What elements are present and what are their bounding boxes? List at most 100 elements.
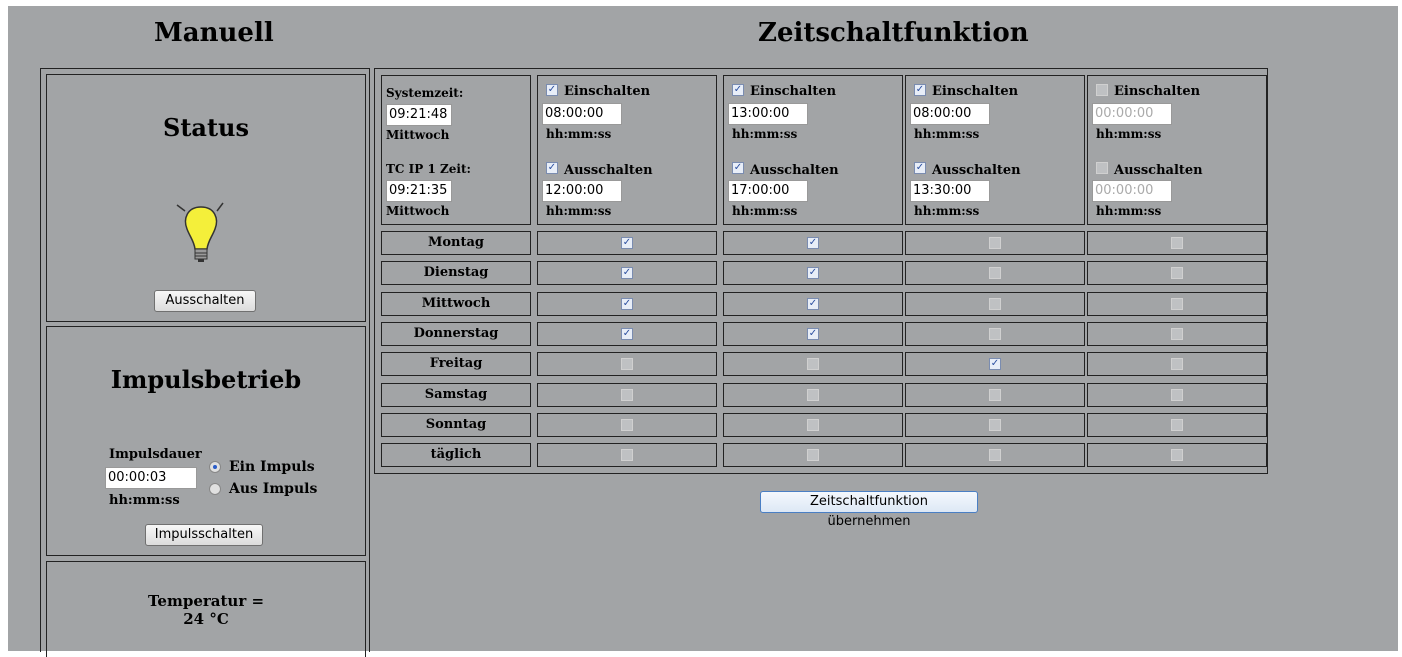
schedule-on-label: Einschalten [932,84,1019,99]
system-time-label: Systemzeit: [386,86,464,100]
day-cell [537,413,717,437]
page-background: Manuell Zeitschaltfunktion Status Aussch… [8,6,1398,657]
day-checkbox[interactable] [989,419,1001,431]
day-checkbox[interactable] [621,449,633,461]
day-cell: ✓ [537,231,717,255]
schedule-on-checkbox[interactable]: ✓ [914,84,926,96]
day-cell [1087,443,1267,467]
day-cell: ✓ [723,261,903,285]
status-off-button[interactable]: Ausschalten [154,290,256,312]
day-checkbox[interactable]: ✓ [621,298,633,310]
day-cell [1087,261,1267,285]
tc-time-input[interactable]: 09:21:35 [386,180,452,202]
day-checkbox[interactable] [621,419,633,431]
day-checkbox[interactable]: ✓ [807,328,819,340]
day-label: Montag [381,231,531,255]
day-checkbox[interactable] [1171,358,1183,370]
schedule-off-checkbox[interactable]: ✓ [732,162,744,174]
day-checkbox[interactable] [989,449,1001,461]
schedule-on-checkbox[interactable]: ✓ [546,84,558,96]
impulse-duration-label: Impulsdauer [109,447,202,462]
day-checkbox[interactable] [1171,237,1183,249]
schedule-on-time-input[interactable]: 08:00:00 [910,103,990,125]
day-checkbox[interactable] [1171,298,1183,310]
day-checkbox[interactable] [1171,267,1183,279]
day-cell [905,292,1085,316]
day-cell: ✓ [537,322,717,346]
impulse-on-radio[interactable] [209,461,221,473]
day-checkbox[interactable]: ✓ [621,237,633,249]
day-checkbox[interactable] [807,449,819,461]
day-checkbox[interactable] [989,267,1001,279]
day-checkbox[interactable] [621,389,633,401]
schedule-on-checkbox[interactable]: ✓ [732,84,744,96]
day-cell: ✓ [723,231,903,255]
apply-timer-button[interactable]: Zeitschaltfunktion übernehmen [760,491,978,529]
day-checkbox[interactable]: ✓ [807,298,819,310]
tc-time-label: TC IP 1 Zeit: [386,162,471,176]
day-checkbox[interactable]: ✓ [989,358,1001,370]
day-checkbox[interactable] [1171,449,1183,461]
schedule-on-time-input[interactable]: 08:00:00 [542,103,622,125]
schedule-on-time-input[interactable]: 13:00:00 [728,103,808,125]
impulse-off-radio[interactable] [209,483,221,495]
day-checkbox[interactable] [989,237,1001,249]
day-checkbox[interactable] [1171,328,1183,340]
day-checkbox[interactable] [989,328,1001,340]
schedule-off-checkbox[interactable]: ✓ [914,162,926,174]
impulse-on-label: Ein Impuls [229,459,315,475]
impulse-duration-input[interactable]: 00:00:03 [105,467,197,489]
status-panel: Status Ausschalten [46,74,366,322]
schedule-on-time-input[interactable]: 00:00:00 [1092,103,1172,125]
day-checkbox[interactable]: ✓ [621,328,633,340]
day-checkbox[interactable] [807,389,819,401]
day-cell: ✓ [905,352,1085,376]
schedule-off-time-input[interactable]: 17:00:00 [728,180,808,202]
schedule-off-time-input[interactable]: 12:00:00 [542,180,622,202]
day-checkbox[interactable] [1171,419,1183,431]
day-cell [723,413,903,437]
schedule-off-time-input[interactable]: 13:30:00 [910,180,990,202]
system-time-cell: Systemzeit: 09:21:48 Mittwoch TC IP 1 Ze… [381,75,531,225]
day-cell [905,261,1085,285]
schedule-off-label: Ausschalten [750,163,839,178]
schedule-column-2: ✓ Einschalten 13:00:00 hh:mm:ss ✓ Aussch… [723,75,903,225]
schedule-column-4: Einschalten 00:00:00 hh:mm:ss Ausschalte… [1087,75,1267,225]
day-checkbox[interactable]: ✓ [807,237,819,249]
system-time-input[interactable]: 09:21:48 [386,104,452,126]
day-cell [723,443,903,467]
impulse-panel: Impulsbetrieb Impulsdauer 00:00:03 hh:mm… [46,326,366,556]
day-checkbox[interactable]: ✓ [621,267,633,279]
schedule-column-1: ✓ Einschalten 08:00:00 hh:mm:ss ✓ Aussch… [537,75,717,225]
schedule-on-format: hh:mm:ss [914,127,980,141]
day-cell [1087,322,1267,346]
manual-heading: Manuell [154,18,274,48]
schedule-off-checkbox[interactable] [1096,162,1108,174]
day-checkbox[interactable] [989,298,1001,310]
day-checkbox[interactable] [807,419,819,431]
tc-day: Mittwoch [386,204,450,218]
day-label: Dienstag [381,261,531,285]
timer-heading: Zeitschaltfunktion [758,18,1029,48]
day-label: Samstag [381,383,531,407]
day-checkbox[interactable]: ✓ [807,267,819,279]
schedule-off-format: hh:mm:ss [546,204,612,218]
day-checkbox[interactable] [989,389,1001,401]
schedule-off-label: Ausschalten [1114,163,1203,178]
day-checkbox[interactable] [621,358,633,370]
day-label: Freitag [381,352,531,376]
lightbulb-icon [176,202,224,262]
day-cell [1087,292,1267,316]
day-checkbox[interactable] [1171,389,1183,401]
schedule-on-checkbox[interactable] [1096,84,1108,96]
impulse-switch-button[interactable]: Impulsschalten [145,524,263,546]
day-cell: ✓ [723,292,903,316]
day-checkbox[interactable] [807,358,819,370]
day-label: Donnerstag [381,322,531,346]
schedule-off-time-input[interactable]: 00:00:00 [1092,180,1172,202]
schedule-off-checkbox[interactable]: ✓ [546,162,558,174]
timer-table: Systemzeit: 09:21:48 Mittwoch TC IP 1 Ze… [374,68,1268,474]
system-day: Mittwoch [386,128,450,142]
day-label: täglich [381,443,531,467]
schedule-on-format: hh:mm:ss [546,127,612,141]
